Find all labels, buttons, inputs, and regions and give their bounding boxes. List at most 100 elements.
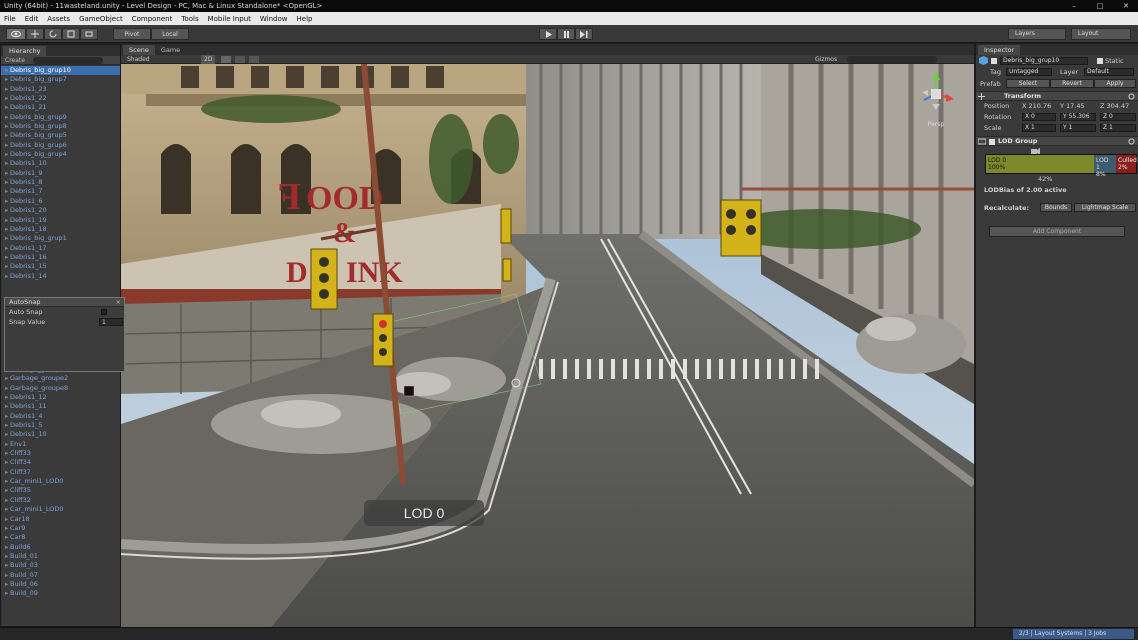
gear-icon[interactable] xyxy=(1128,138,1135,145)
position-x-field[interactable]: X 210.76 xyxy=(1022,101,1051,111)
hierarchy-item[interactable]: ▸ Cliff35 xyxy=(1,486,120,495)
menu-mobile-input[interactable]: Mobile Input xyxy=(208,15,251,23)
hierarchy-item[interactable]: ▸ Debris1_20 xyxy=(1,206,120,215)
object-name-field[interactable]: Debris_big_grup10 xyxy=(1000,57,1088,65)
create-dropdown[interactable]: Create xyxy=(5,56,25,64)
effects-toggle[interactable] xyxy=(249,56,259,63)
view-tool-button[interactable] xyxy=(6,28,26,40)
hierarchy-item[interactable]: ▸ Debris1_17 xyxy=(1,244,120,253)
hierarchy-item[interactable]: ▸ Cliff37 xyxy=(1,468,120,477)
scene-search-input[interactable] xyxy=(847,56,937,63)
auto-snap-checkbox[interactable] xyxy=(101,309,107,315)
hierarchy-item[interactable]: ▸ Debris_big_grup5 xyxy=(1,131,120,140)
hierarchy-item[interactable]: ▸ Debris1_22 xyxy=(1,94,120,103)
position-y-field[interactable]: Y 17.45 xyxy=(1060,101,1085,111)
rotation-x-field[interactable]: X 0 xyxy=(1022,113,1056,121)
audio-toggle[interactable] xyxy=(235,56,245,63)
lod-group-header[interactable]: LOD Group xyxy=(976,136,1138,146)
hierarchy-item[interactable]: ▸ Debris1_21 xyxy=(1,103,120,112)
hierarchy-item[interactable]: ▸ Car18 xyxy=(1,515,120,524)
gizmos-dropdown[interactable]: Gizmos xyxy=(815,55,837,64)
hierarchy-item[interactable]: ▸ Debris1_7 xyxy=(1,187,120,196)
prefab-revert-button[interactable]: Revert xyxy=(1050,79,1094,88)
lod1-segment[interactable]: LOD 1 8% xyxy=(1094,155,1116,178)
hierarchy-item[interactable]: ▸ Debris1_10 xyxy=(1,159,120,168)
tab-hierarchy[interactable]: Hierarchy xyxy=(3,46,47,56)
hierarchy-item[interactable]: ▸ Build_09 xyxy=(1,589,120,598)
scale-y-field[interactable]: Y 1 xyxy=(1060,124,1096,132)
hierarchy-item[interactable]: ▸ Debris_big_grup8 xyxy=(1,122,120,131)
hierarchy-item[interactable]: ▸ Debris1_16 xyxy=(1,253,120,262)
hierarchy-item[interactable]: ▸ Build6 xyxy=(1,543,120,552)
position-z-field[interactable]: Z 304.47 xyxy=(1100,101,1129,111)
rotation-z-field[interactable]: Z 0 xyxy=(1100,113,1136,121)
scale-x-field[interactable]: X 1 xyxy=(1022,124,1056,132)
2d-toggle[interactable]: 2D xyxy=(201,55,216,64)
rect-tool-button[interactable] xyxy=(80,28,98,40)
status-jobs[interactable]: 2/3 | Layout Systems | 3 Jobs xyxy=(1013,629,1134,639)
hierarchy-item[interactable]: ▸ Debris1_4 xyxy=(1,412,120,421)
hierarchy-item[interactable]: ▸ Cliff34 xyxy=(1,458,120,467)
static-checkbox[interactable] xyxy=(1097,58,1103,64)
hierarchy-item[interactable]: ▸ Debris1_19 xyxy=(1,216,120,225)
hierarchy-item[interactable]: ▸ Debris_big_grup4 xyxy=(1,150,120,159)
layout-dropdown[interactable]: Layout xyxy=(1071,28,1131,40)
menu-component[interactable]: Component xyxy=(132,15,173,23)
menu-gameobject[interactable]: GameObject xyxy=(79,15,123,23)
autosnap-close-button[interactable]: × xyxy=(116,298,121,307)
menu-tools[interactable]: Tools xyxy=(181,15,198,23)
shading-dropdown[interactable]: Shaded xyxy=(127,55,150,64)
scene-viewport[interactable]: F OOD & D INK xyxy=(121,64,974,627)
snap-value-field[interactable]: 1 xyxy=(99,318,123,326)
tab-game[interactable]: Game xyxy=(154,45,187,55)
rotate-tool-button[interactable] xyxy=(44,28,62,40)
bounds-button[interactable]: Bounds xyxy=(1040,203,1072,212)
add-component-button[interactable]: Add Component xyxy=(989,226,1125,237)
hierarchy-item[interactable]: ▸ Cliff33 xyxy=(1,449,120,458)
hierarchy-item[interactable]: ▸ Build_07 xyxy=(1,571,120,580)
hierarchy-item[interactable]: ▸ Debris1_5 xyxy=(1,421,120,430)
hierarchy-item[interactable]: ▸ Garbage_groupe2 xyxy=(1,374,120,383)
lighting-toggle[interactable] xyxy=(221,56,231,63)
pivot-toggle[interactable]: Pivot xyxy=(113,28,151,40)
menu-window[interactable]: Window xyxy=(260,15,288,23)
lightmap-scale-button[interactable]: Lightmap Scale xyxy=(1074,203,1136,212)
hierarchy-item[interactable]: ▸ Env1 xyxy=(1,440,120,449)
prefab-apply-button[interactable]: Apply xyxy=(1094,79,1136,88)
tag-dropdown[interactable]: Untagged xyxy=(1006,68,1052,76)
hierarchy-item[interactable]: ▸ Garbage_groupe8 xyxy=(1,384,120,393)
hierarchy-item[interactable]: ▸ Debris1_23 xyxy=(1,85,120,94)
prefab-select-button[interactable]: Select xyxy=(1006,79,1050,88)
transform-header[interactable]: Transform xyxy=(976,91,1138,101)
orientation-gizmo[interactable]: Persp xyxy=(914,70,958,128)
hierarchy-item[interactable]: ▸ Debris_big_grup10 xyxy=(1,66,120,76)
culled-segment[interactable]: Culled 2% xyxy=(1116,155,1137,173)
hierarchy-search-input[interactable] xyxy=(32,57,103,64)
layer-dropdown[interactable]: Default xyxy=(1084,68,1134,76)
hierarchy-item[interactable]: ▸ Debris_big_grup1 xyxy=(1,234,120,243)
hierarchy-item[interactable]: ▸ Debris1_15 xyxy=(1,262,120,271)
hierarchy-item[interactable]: ▸ Car8 xyxy=(1,533,120,542)
move-tool-button[interactable] xyxy=(26,28,44,40)
hierarchy-item[interactable]: ▸ Car_mini1_LOD0 xyxy=(1,477,120,486)
hierarchy-item[interactable]: ▸ Debris1_12 xyxy=(1,393,120,402)
tab-scene[interactable]: Scene xyxy=(123,45,155,55)
hierarchy-item[interactable]: ▸ Build_01 xyxy=(1,552,120,561)
hierarchy-item[interactable]: ▸ Build_03 xyxy=(1,561,120,570)
active-checkbox[interactable] xyxy=(991,58,997,64)
hierarchy-item[interactable] xyxy=(1,281,120,290)
hierarchy-item[interactable]: ▸ Debris1_6 xyxy=(1,197,120,206)
lod-group-checkbox[interactable] xyxy=(989,139,995,145)
hierarchy-item[interactable]: ▸ Debris1_11 xyxy=(1,402,120,411)
hierarchy-item[interactable]: ▸ Debris_big_grup9 xyxy=(1,113,120,122)
menu-help[interactable]: Help xyxy=(297,15,313,23)
rotation-y-field[interactable]: Y 55.306 xyxy=(1060,113,1096,121)
close-button[interactable]: ✕ xyxy=(1118,0,1134,12)
hierarchy-item[interactable]: ▸ Debris_big_grup7 xyxy=(1,75,120,84)
scale-tool-button[interactable] xyxy=(62,28,80,40)
hierarchy-item[interactable]: ▸ Cliff32 xyxy=(1,496,120,505)
hierarchy-item[interactable]: ▸ Debris1_8 xyxy=(1,178,120,187)
lod-bar[interactable]: LOD 0 100% LOD 1 8% Culled 2% xyxy=(985,154,1137,178)
maximize-button[interactable]: □ xyxy=(1092,0,1108,12)
hierarchy-item[interactable]: ▸ Debris1_14 xyxy=(1,272,120,281)
